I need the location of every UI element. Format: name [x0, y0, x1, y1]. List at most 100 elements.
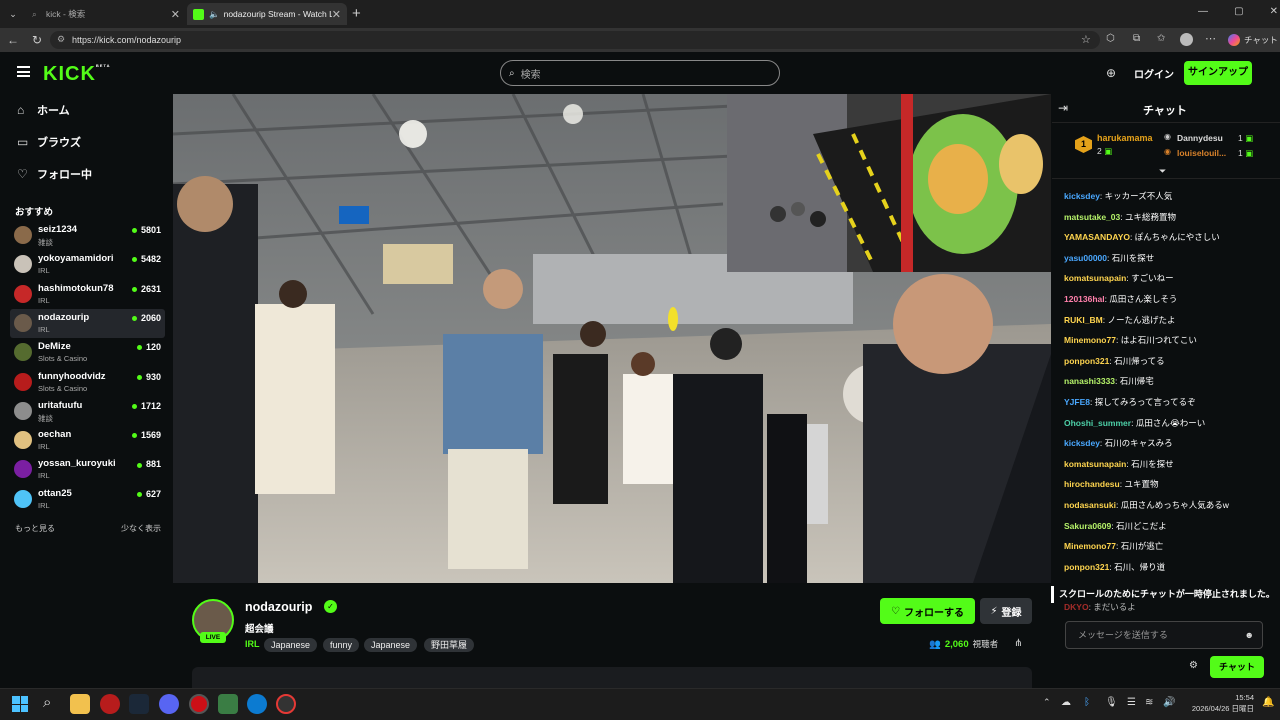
cloud-icon[interactable]: ☁: [1061, 697, 1071, 708]
bluetooth-icon[interactable]: ᛒ: [1084, 697, 1090, 708]
notification-icon[interactable]: 🔔: [1262, 697, 1274, 708]
language-globe-icon[interactable]: ⊕: [1106, 66, 1116, 80]
sidebar-nav-2[interactable]: ♡ フォロー中: [17, 164, 92, 184]
speaker-icon[interactable]: 🔈: [209, 9, 220, 20]
chat-username[interactable]: YAMASANDAYO: [1064, 232, 1130, 242]
sidebar-nav-0[interactable]: ⌂ ホーム: [17, 100, 70, 120]
clock[interactable]: 15:54 2026/04/26 日曜日: [1184, 692, 1254, 714]
taskbar-search-icon[interactable]: ⌕: [43, 694, 51, 711]
site-info-icon[interactable]: ⚙: [57, 34, 65, 45]
tag-chip[interactable]: 野田草履: [424, 638, 475, 652]
reload-button[interactable]: ↻: [28, 31, 46, 49]
expand-leaderboard-icon[interactable]: ⏷: [1159, 166, 1166, 177]
chat-paused-notice[interactable]: スクロールのためにチャットが一時停止されました。: [1051, 586, 1280, 603]
sidebar-channel-item[interactable]: nodazourip IRL 2060: [10, 308, 165, 338]
chat-username[interactable]: hirochandesu: [1064, 479, 1120, 489]
favorites-icon[interactable]: ✩: [1157, 33, 1165, 44]
close-window-icon[interactable]: ✕: [1270, 6, 1278, 17]
follow-button[interactable]: ♡ フォローする: [880, 598, 975, 624]
app-icon[interactable]: [218, 694, 238, 714]
subscribe-button[interactable]: ⚡ 登録: [980, 598, 1032, 624]
chat-username[interactable]: komatsunapain: [1064, 273, 1126, 283]
chat-username[interactable]: Ohoshi_summer: [1064, 418, 1131, 428]
chat-username[interactable]: ponpon321: [1064, 356, 1109, 366]
sidebar-channel-item[interactable]: ottan25 IRL 627: [10, 485, 165, 514]
chat-username[interactable]: YJFE8: [1064, 397, 1090, 407]
bookmark-star-icon[interactable]: ☆: [1081, 33, 1091, 46]
collapse-chat-icon[interactable]: ⇥: [1058, 101, 1068, 115]
chat-username[interactable]: komatsunapain: [1064, 459, 1126, 469]
sidebar-channel-item[interactable]: yossan_kuroyuki IRL 881: [10, 455, 165, 484]
history-icon[interactable]: ⧉: [1133, 33, 1140, 44]
chat-username[interactable]: kicksdey: [1064, 438, 1100, 448]
chat-username[interactable]: ponpon321: [1064, 562, 1109, 572]
tab-kick-search[interactable]: ⌕ kick - 検索 ✕: [26, 3, 186, 25]
video-player[interactable]: [173, 94, 1051, 583]
tag-chip[interactable]: Japanese: [364, 638, 418, 652]
chat-username[interactable]: nanashi3333: [1064, 376, 1115, 386]
sidebar-channel-item[interactable]: oechan IRL 1569: [10, 426, 165, 455]
new-tab-button[interactable]: +: [352, 5, 361, 22]
chat-send-button[interactable]: チャット: [1210, 656, 1264, 678]
sidebar-nav-1[interactable]: ▭ ブラウズ: [17, 132, 81, 152]
kick-logo[interactable]: KICKBETA: [43, 63, 110, 86]
show-less-link[interactable]: 少なく表示: [121, 523, 161, 534]
chat-username[interactable]: Minemono77: [1064, 335, 1116, 345]
back-button[interactable]: ←: [4, 31, 22, 49]
chat-username[interactable]: nodasansuki: [1064, 500, 1116, 510]
signup-button[interactable]: サインアップ: [1184, 61, 1252, 85]
tab-nodazourip[interactable]: 🔈 nodazourip Stream - Watch Li ✕: [187, 3, 347, 25]
extension-icon[interactable]: ⬡: [1106, 33, 1115, 44]
volume-icon[interactable]: 🔊: [1163, 697, 1175, 708]
tab-list-button[interactable]: ⌄: [5, 6, 21, 22]
chat-message-input[interactable]: メッセージを送信する ☻: [1065, 621, 1263, 649]
sidebar-channel-item[interactable]: hashimotokun78 IRL 2631: [10, 280, 165, 309]
chat-username[interactable]: Sakura0609: [1064, 521, 1111, 531]
steam-icon[interactable]: [129, 694, 149, 714]
network-icon[interactable]: ☰: [1127, 697, 1136, 708]
leaderboard-user[interactable]: harukamama: [1097, 133, 1153, 143]
channel-name[interactable]: nodazourip: [245, 600, 312, 614]
chat-username[interactable]: kicksdey: [1064, 191, 1100, 201]
category-link[interactable]: IRL: [245, 639, 260, 649]
emoji-icon[interactable]: ☻: [1245, 622, 1254, 648]
wifi-icon[interactable]: ≋: [1145, 697, 1153, 708]
windows-start-icon[interactable]: [12, 696, 28, 712]
copilot-button[interactable]: チャット: [1228, 31, 1278, 49]
tag-chip[interactable]: Japanese: [264, 638, 318, 652]
sidebar-channel-item[interactable]: yokoyamamidori IRL 5482: [10, 250, 165, 279]
leaderboard-user[interactable]: Dannydesu: [1177, 133, 1223, 143]
show-more-link[interactable]: もっと見る: [15, 523, 55, 534]
sidebar-channel-item[interactable]: DeMize Slots & Casino 120: [10, 338, 165, 367]
login-button[interactable]: ログイン: [1134, 66, 1174, 81]
chat-username[interactable]: RUKI_BM: [1064, 315, 1103, 325]
share-icon[interactable]: ⋔: [1014, 638, 1022, 649]
close-icon[interactable]: ✕: [332, 8, 341, 21]
sidebar-channel-item[interactable]: uritafuufu 雑談 1712: [10, 397, 165, 426]
opera-icon[interactable]: [189, 694, 209, 714]
sidebar-channel-item[interactable]: funnyhoodvidz Slots & Casino 930: [10, 368, 165, 397]
profile-avatar[interactable]: [1180, 33, 1193, 46]
microphone-icon[interactable]: 🎙: [1105, 697, 1118, 708]
vivaldi-icon[interactable]: [100, 694, 120, 714]
search-input[interactable]: ⌕ 検索: [500, 60, 780, 86]
chat-username[interactable]: matsutake_03: [1064, 212, 1120, 222]
edge-icon[interactable]: [247, 694, 267, 714]
hamburger-menu-icon[interactable]: [17, 66, 30, 77]
chat-username[interactable]: Minemono77: [1064, 541, 1116, 551]
close-icon[interactable]: ✕: [171, 8, 180, 21]
leaderboard-user[interactable]: louiselouil...: [1177, 148, 1226, 158]
file-explorer-icon[interactable]: [70, 694, 90, 714]
tray-overflow-icon[interactable]: ⌃: [1043, 697, 1051, 708]
more-menu-icon[interactable]: ⋯: [1205, 32, 1216, 45]
minimize-icon[interactable]: —: [1198, 6, 1208, 17]
url-field[interactable]: ⚙ https://kick.com/nodazourip: [50, 31, 1100, 49]
chat-username[interactable]: yasu00000: [1064, 253, 1107, 263]
discord-icon[interactable]: [159, 694, 179, 714]
sidebar-channel-item[interactable]: seiz1234 雑談 5801: [10, 221, 165, 250]
maximize-icon[interactable]: ▢: [1234, 6, 1243, 17]
app-icon[interactable]: [276, 694, 296, 714]
chat-settings-gear-icon[interactable]: ⚙: [1189, 660, 1198, 671]
chat-username[interactable]: 120136hal: [1064, 294, 1105, 304]
tag-chip[interactable]: funny: [323, 638, 360, 652]
